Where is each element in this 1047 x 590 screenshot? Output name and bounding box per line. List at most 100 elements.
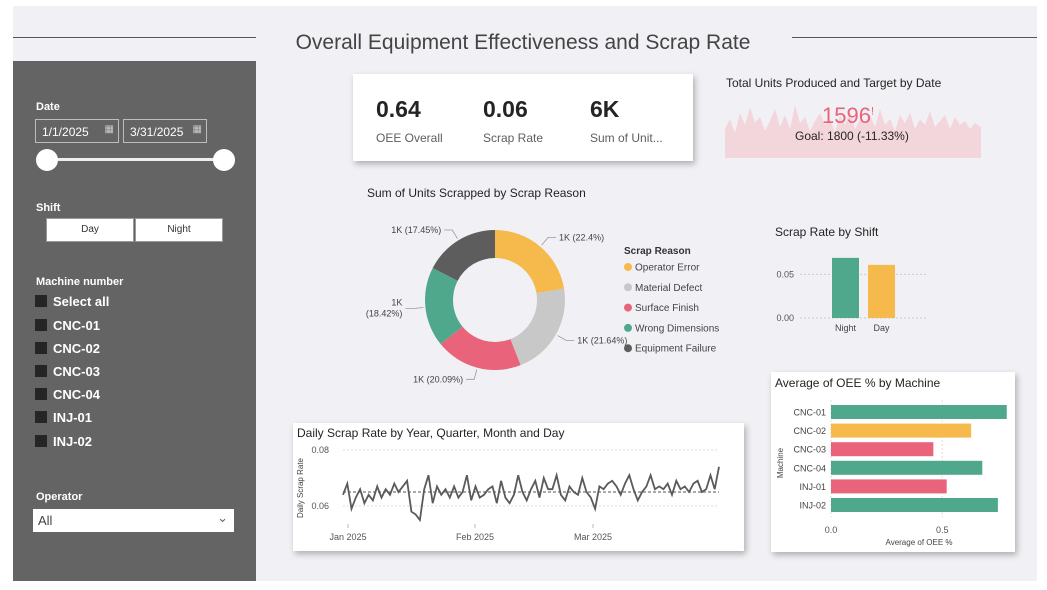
donut-leader-line [444,229,458,239]
donut-data-label: (18.42%) [366,309,403,319]
x-tick-label: Feb 2025 [456,532,494,542]
checkbox[interactable] [35,388,47,400]
kpi-card: 0.64 OEE Overall 0.06 Scrap Rate 6K Sum … [353,74,693,161]
oee-bar [831,442,934,457]
machine-option-inj-02[interactable]: INJ-02 [35,434,92,449]
donut-data-label: 1K (20.09%) [413,374,463,384]
y-tick-label: INJ-01 [799,482,826,492]
machine-option-label: Select all [53,294,110,309]
donut-data-label: 1K (22.4%) [559,232,604,242]
machine-option-cnc-02[interactable]: CNC-02 [35,341,100,356]
calendar-icon[interactable]: ▦ [193,124,202,135]
end-date-input[interactable]: 3/31/2025 ▦ [123,119,207,143]
y-axis-label: Machine [776,447,785,478]
checkbox[interactable] [35,319,47,331]
machine-option-cnc-03[interactable]: CNC-03 [35,364,100,379]
kpi-scrap-label: Scrap Rate [483,131,544,145]
donut-leader-line [405,307,424,309]
legend-label: Operator Error [635,263,700,274]
legend-label: Material Defect [635,283,702,294]
machine-option-label: CNC-04 [53,387,100,402]
daily-scrap-line [342,466,720,523]
x-tick-label: 0.5 [936,525,949,535]
shift-day-button[interactable]: Day [46,218,134,242]
y-tick-label: 0.00 [776,313,794,323]
checkbox[interactable] [35,342,47,354]
oee-bar-chart: CNC-01 CNC-02 CNC-03 CNC-04 INJ-01 INJ-02 0.0 0… [776,400,1007,547]
shift-night-button[interactable]: Night [135,218,223,242]
date-slider-end-handle[interactable] [213,149,235,171]
donut-slice [495,230,565,294]
units-value-text: 1596 [822,103,871,128]
y-tick-label: CNC-03 [793,445,826,455]
legend-marker [624,323,632,332]
y-tick-label: 0.06 [311,501,329,511]
legend-marker [624,344,632,353]
machine-option-select-all[interactable]: Select all [35,294,109,309]
units-goal-text: Goal: 1800 (-11.33%) [795,129,909,143]
legend-label: Wrong Dimensions [635,323,719,334]
y-tick-label: INJ-02 [799,501,826,511]
end-date-value: 3/31/2025 [130,125,184,139]
legend-marker [624,303,632,312]
x-tick-label: Jan 2025 [329,532,366,542]
legend-title: Scrap Reason [624,246,691,257]
start-date-input[interactable]: 1/1/2025 ▦ [35,119,119,143]
y-tick-label: 0.05 [776,269,794,279]
filter-pane: Date 1/1/2025 ▦ 3/31/2025 ▦ Shift Day Ni… [13,61,256,581]
y-tick-label: CNC-04 [793,463,826,473]
donut-leader-line [466,369,478,380]
page-title: Overall Equipment Effectiveness and Scra… [295,31,751,54]
donut-data-label: 1K (21.64%) [577,335,627,345]
donut-leader-line [557,335,575,341]
calendar-icon[interactable]: ▦ [105,124,114,135]
x-tick-label: Night [835,323,857,333]
operator-filter-label: Operator [36,491,83,503]
kpi-oee-label: OEE Overall [376,131,443,145]
units-target-title: Total Units Produced and Target by Date [726,76,942,90]
x-tick-label: Day [873,323,890,333]
date-range-slider[interactable] [49,158,225,161]
legend-label: Surface Finish [635,303,699,314]
shift-bar-chart: 0.05 0.00 Night Day [776,257,928,333]
x-tick-label: Mar 2025 [574,532,612,542]
machine-option-inj-01[interactable]: INJ-01 [35,410,92,425]
date-slider-start-handle[interactable] [36,149,58,171]
machine-option-cnc-01[interactable]: CNC-01 [35,318,100,333]
machine-option-label: INJ-01 [53,410,93,425]
shift-filter-label: Shift [36,202,61,214]
y-tick-label: CNC-02 [793,426,826,436]
kpi-scrap-value: 0.06 [483,96,528,122]
oee-bar [831,479,947,494]
oee-bar [831,460,983,475]
line-chart-title: Daily Scrap Rate by Year, Quarter, Month… [297,426,565,440]
oee-bar [831,423,972,438]
start-date-value: 1/1/2025 [42,125,89,139]
machine-option-label: INJ-02 [53,434,93,449]
donut-leader-line [541,237,557,246]
y-axis-label: Daily Scrap Rate [296,457,305,518]
operator-dropdown[interactable]: All ⌄ [33,509,234,532]
x-tick-label: 0.0 [825,525,838,535]
legend-label: Equipment Failure [635,344,717,355]
units-produced-value: 1596! [822,103,874,129]
y-tick-label: 0.08 [311,445,329,455]
shift-bar [868,264,895,318]
oee-chart-title: Average of OEE % by Machine [775,376,941,390]
checkbox[interactable] [35,365,47,377]
donut-slice [510,288,565,366]
machine-option-cnc-04[interactable]: CNC-04 [35,387,100,402]
checkbox[interactable] [35,411,47,423]
x-axis-label: Average of OEE % [886,538,953,547]
title-rule-right [792,37,1037,38]
shift-bar [832,257,859,318]
donut-title: Sum of Units Scrapped by Scrap Reason [367,186,586,200]
machine-option-label: CNC-01 [53,318,100,333]
checkbox[interactable] [35,435,47,447]
kpi-oee-value: 0.64 [376,96,421,122]
y-tick-label: CNC-01 [793,408,826,418]
warning-icon: ! [870,105,875,118]
legend-marker [624,283,632,292]
checkbox[interactable] [35,295,47,307]
donut-data-label: 1K [391,298,402,308]
